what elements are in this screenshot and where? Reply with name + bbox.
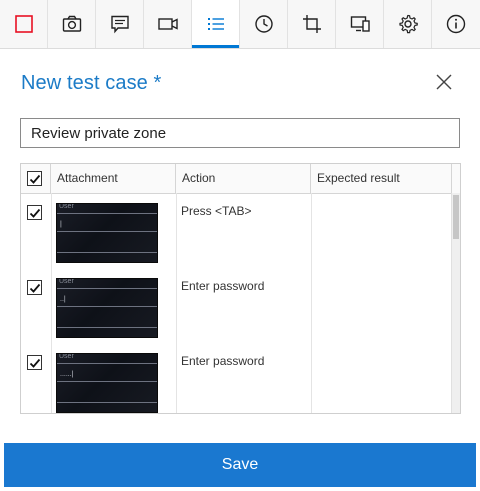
thumbnail-label: User xyxy=(59,278,74,285)
thumbnail-text: | xyxy=(60,221,62,228)
info-icon xyxy=(446,14,466,34)
table-row[interactable]: User ..| Enter password xyxy=(21,269,452,344)
attachment-thumbnail[interactable]: User ......| xyxy=(56,353,158,413)
stop-record-icon xyxy=(14,15,33,33)
attachment-thumbnail[interactable]: User ..| xyxy=(56,278,158,338)
select-all-checkbox[interactable] xyxy=(27,171,42,186)
test-steps-tab[interactable] xyxy=(192,0,240,48)
step-action[interactable]: Enter password xyxy=(181,279,264,293)
table-row[interactable]: User ......| Enter password xyxy=(21,344,452,413)
save-button[interactable]: Save xyxy=(4,443,476,487)
close-icon xyxy=(436,74,452,90)
grid-header: Attachment Action Expected result xyxy=(21,164,460,194)
column-header-expected-result[interactable]: Expected result xyxy=(311,164,452,193)
row-checkbox[interactable] xyxy=(27,280,42,295)
row-checkbox[interactable] xyxy=(27,355,42,370)
step-action[interactable]: Press <TAB> xyxy=(181,204,251,218)
screenshot-button[interactable] xyxy=(48,0,96,48)
about-button[interactable] xyxy=(432,0,480,48)
note-button[interactable] xyxy=(96,0,144,48)
grid-scrollbar[interactable] xyxy=(451,193,460,413)
thumbnail-label: User xyxy=(59,353,74,360)
timeline-button[interactable] xyxy=(240,0,288,48)
select-all-cell xyxy=(21,164,51,193)
checkmark-icon xyxy=(29,358,40,368)
attachment-thumbnail[interactable]: User | xyxy=(56,203,158,263)
table-row[interactable]: User | Press <TAB> xyxy=(21,194,452,269)
gear-icon xyxy=(398,14,418,34)
crop-icon xyxy=(302,15,321,33)
close-button[interactable] xyxy=(432,70,456,94)
column-header-action[interactable]: Action xyxy=(176,164,311,193)
camera-icon xyxy=(62,15,81,32)
checkmark-icon xyxy=(29,283,40,293)
row-checkbox[interactable] xyxy=(27,205,42,220)
checkmark-icon xyxy=(29,174,40,184)
list-icon xyxy=(207,18,224,30)
dialog-title: New test case * xyxy=(21,72,162,94)
device-icon xyxy=(350,16,370,32)
scrollbar-thumb[interactable] xyxy=(453,195,459,239)
column-header-attachment[interactable]: Attachment xyxy=(51,164,176,193)
thumbnail-text: ......| xyxy=(60,371,74,378)
step-action[interactable]: Enter password xyxy=(181,354,264,368)
crop-button[interactable] xyxy=(288,0,336,48)
test-steps-grid: Attachment Action Expected result User |… xyxy=(20,163,461,414)
video-icon xyxy=(157,18,178,30)
note-icon xyxy=(110,15,129,34)
settings-button[interactable] xyxy=(384,0,432,48)
toolbar xyxy=(0,0,480,49)
checkmark-icon xyxy=(29,208,40,218)
thumbnail-label: User xyxy=(59,203,74,210)
stop-record-button[interactable] xyxy=(0,0,48,48)
video-button[interactable] xyxy=(144,0,192,48)
thumbnail-text: ..| xyxy=(60,296,66,303)
device-button[interactable] xyxy=(336,0,384,48)
test-case-name-input[interactable] xyxy=(20,118,460,148)
clock-icon xyxy=(254,15,273,33)
